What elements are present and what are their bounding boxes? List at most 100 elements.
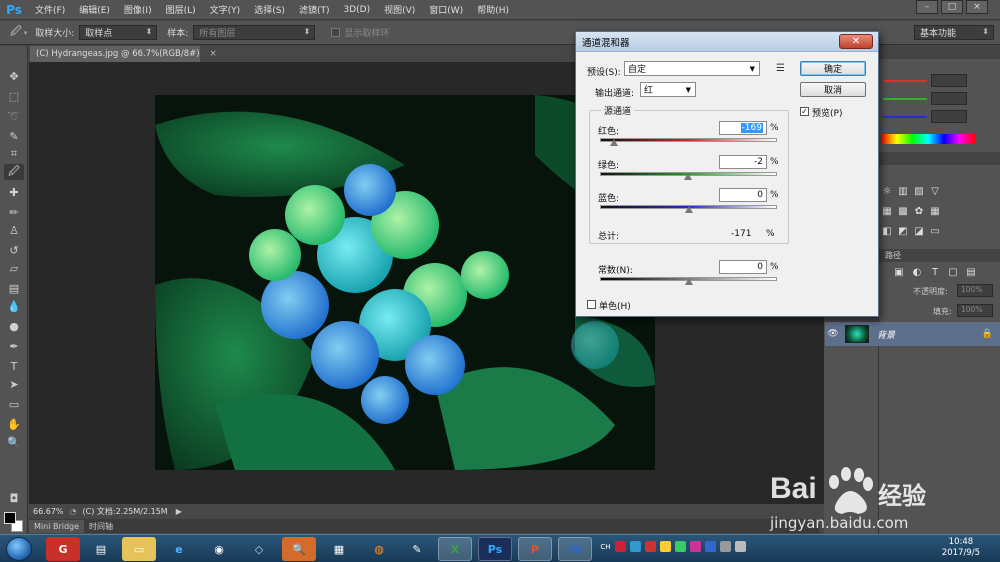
monochrome-checkbox[interactable] bbox=[587, 300, 596, 309]
red-value-field[interactable] bbox=[931, 74, 967, 87]
taskbar-clock[interactable]: 10:48 2017/9/5 bbox=[942, 537, 980, 559]
preset-select[interactable]: 自定 ▼ bbox=[624, 61, 760, 76]
marquee-tool-icon[interactable]: ⬚ bbox=[4, 88, 24, 104]
eye-icon[interactable]: 👁 bbox=[825, 329, 841, 339]
app-powerpoint-icon[interactable]: P bbox=[518, 537, 552, 561]
filter-adjust-icon[interactable]: ◐ bbox=[911, 267, 923, 278]
tray-app-icon[interactable] bbox=[675, 541, 686, 552]
menu-edit[interactable]: 编辑(E) bbox=[72, 3, 117, 16]
green-channel-slider-thumb[interactable] bbox=[683, 173, 692, 180]
volume-icon[interactable] bbox=[735, 541, 746, 552]
app-remote-icon[interactable]: ▤ bbox=[84, 537, 118, 561]
app-360-icon[interactable]: G bbox=[46, 537, 80, 561]
menu-window[interactable]: 窗口(W) bbox=[422, 3, 470, 16]
eyedropper-icon[interactable]: 🖉 bbox=[10, 23, 22, 42]
filter-shape-icon[interactable]: ▢ bbox=[947, 267, 959, 278]
gradient-tool-icon[interactable]: ▤ bbox=[4, 280, 24, 296]
zoom-level[interactable]: 66.67% bbox=[33, 507, 64, 516]
levels-icon[interactable]: ▥ bbox=[897, 186, 909, 197]
start-button[interactable] bbox=[6, 537, 32, 561]
document-tab[interactable]: (C) Hydrangeas.jpg @ 66.7%(RGB/8#) × bbox=[30, 46, 217, 62]
red-slider[interactable] bbox=[883, 80, 927, 82]
green-value-field[interactable] bbox=[931, 92, 967, 105]
color-lookup-icon[interactable]: ▦ bbox=[929, 206, 941, 217]
history-brush-tool-icon[interactable]: ↺ bbox=[4, 242, 24, 258]
healing-brush-tool-icon[interactable]: ✚ bbox=[4, 184, 24, 200]
layer-background-row[interactable]: 👁 背景 🔒 bbox=[825, 322, 1000, 346]
brush-tool-icon[interactable]: ✏ bbox=[4, 204, 24, 220]
move-tool-icon[interactable]: ✥ bbox=[4, 68, 24, 84]
tray-app-icon[interactable] bbox=[705, 541, 716, 552]
menu-filter[interactable]: 滤镜(T) bbox=[292, 3, 337, 16]
close-window-button[interactable]: × bbox=[966, 0, 988, 14]
app-calculator-icon[interactable]: ▦ bbox=[322, 537, 356, 561]
eraser-tool-icon[interactable]: ▱ bbox=[4, 260, 24, 276]
app-photoshop-icon[interactable]: Ps bbox=[478, 537, 512, 561]
color-balance-icon[interactable]: ▦ bbox=[881, 206, 893, 217]
posterize-icon[interactable]: ◩ bbox=[897, 226, 909, 237]
blue-slider[interactable] bbox=[883, 116, 927, 118]
red-channel-slider-thumb[interactable] bbox=[609, 139, 618, 146]
tab-timeline[interactable]: 时间轴 bbox=[84, 520, 118, 533]
menu-3d[interactable]: 3D(D) bbox=[336, 5, 377, 15]
hand-tool-icon[interactable]: ✋ bbox=[4, 416, 24, 432]
path-select-tool-icon[interactable]: ➤ bbox=[4, 376, 24, 392]
sample-size-select[interactable]: 取样点 ⬍ bbox=[79, 25, 158, 40]
app-media-player-icon[interactable]: ◉ bbox=[202, 537, 236, 561]
channel-mixer-icon[interactable]: ✿ bbox=[913, 206, 925, 217]
sample-select[interactable]: 所有图层 ⬍ bbox=[193, 25, 316, 40]
menu-select[interactable]: 选择(S) bbox=[247, 3, 292, 16]
tab-paths[interactable]: 路径 bbox=[885, 250, 901, 261]
vibrance-icon[interactable]: ▽ bbox=[929, 186, 941, 197]
network-icon[interactable] bbox=[720, 541, 731, 552]
blue-channel-input[interactable]: 0 bbox=[719, 188, 767, 202]
output-channel-select[interactable]: 红 ▼ bbox=[640, 82, 696, 97]
menu-image[interactable]: 图像(I) bbox=[117, 3, 159, 16]
workspace-select[interactable]: 基本功能 ⬍ bbox=[914, 25, 994, 40]
ok-button[interactable]: 确定 bbox=[800, 61, 866, 76]
quick-select-tool-icon[interactable]: ✎ bbox=[4, 128, 24, 144]
menu-file[interactable]: 文件(F) bbox=[28, 3, 72, 16]
invert-icon[interactable]: ◧ bbox=[881, 226, 893, 237]
curves-icon[interactable]: ▨ bbox=[913, 186, 925, 197]
dialog-close-button[interactable]: ✕ bbox=[839, 34, 873, 49]
menu-layer[interactable]: 图层(L) bbox=[159, 3, 203, 16]
maximize-button[interactable]: □ bbox=[941, 0, 963, 14]
menu-view[interactable]: 视图(V) bbox=[377, 3, 422, 16]
language-indicator[interactable]: CH bbox=[600, 541, 611, 552]
minimize-button[interactable]: – bbox=[916, 0, 938, 14]
preset-options-icon[interactable]: ☰ bbox=[776, 63, 785, 74]
app-word-icon[interactable]: W bbox=[558, 537, 592, 561]
blue-channel-slider-thumb[interactable] bbox=[684, 206, 693, 213]
photo-filter-icon[interactable]: ▩ bbox=[897, 206, 909, 217]
green-channel-input[interactable]: -2 bbox=[719, 155, 767, 169]
foreground-color-swatch[interactable] bbox=[4, 512, 16, 524]
tray-app-icon[interactable] bbox=[660, 541, 671, 552]
crop-tool-icon[interactable]: ⌗ bbox=[4, 146, 24, 162]
filter-image-icon[interactable]: ▣ bbox=[893, 267, 905, 278]
app-ie-icon[interactable]: e bbox=[162, 537, 196, 561]
menu-help[interactable]: 帮助(H) bbox=[470, 3, 516, 16]
type-tool-icon[interactable]: T bbox=[4, 358, 24, 374]
opacity-field[interactable]: 100% bbox=[957, 284, 993, 297]
blur-tool-icon[interactable]: 💧 bbox=[4, 298, 24, 314]
filter-smart-icon[interactable]: ▤ bbox=[965, 267, 977, 278]
quick-mask-icon[interactable]: ◘ bbox=[4, 490, 24, 506]
brightness-icon[interactable]: ☼ bbox=[881, 186, 893, 197]
tray-app-icon[interactable] bbox=[630, 541, 641, 552]
tray-app-icon[interactable] bbox=[645, 541, 656, 552]
fill-field[interactable]: 100% bbox=[957, 304, 993, 317]
red-channel-input[interactable]: -169 bbox=[719, 121, 767, 135]
app-excel-icon[interactable]: X bbox=[438, 537, 472, 561]
pen-tool-icon[interactable]: ✒ bbox=[4, 338, 24, 354]
eyedropper-tool-icon[interactable]: 🖉 bbox=[4, 164, 24, 180]
red-channel-slider-track[interactable] bbox=[600, 138, 777, 142]
stamp-tool-icon[interactable]: ♙ bbox=[4, 222, 24, 238]
constant-slider-thumb[interactable] bbox=[684, 278, 693, 285]
tab-mini-bridge[interactable]: Mini Bridge bbox=[29, 520, 85, 533]
tray-app-icon[interactable] bbox=[615, 541, 626, 552]
play-icon[interactable]: ▶ bbox=[176, 507, 182, 516]
filter-type-icon[interactable]: T bbox=[929, 267, 941, 278]
lasso-tool-icon[interactable]: ➰ bbox=[4, 108, 24, 124]
preview-checkbox[interactable]: ✓ bbox=[800, 107, 809, 116]
